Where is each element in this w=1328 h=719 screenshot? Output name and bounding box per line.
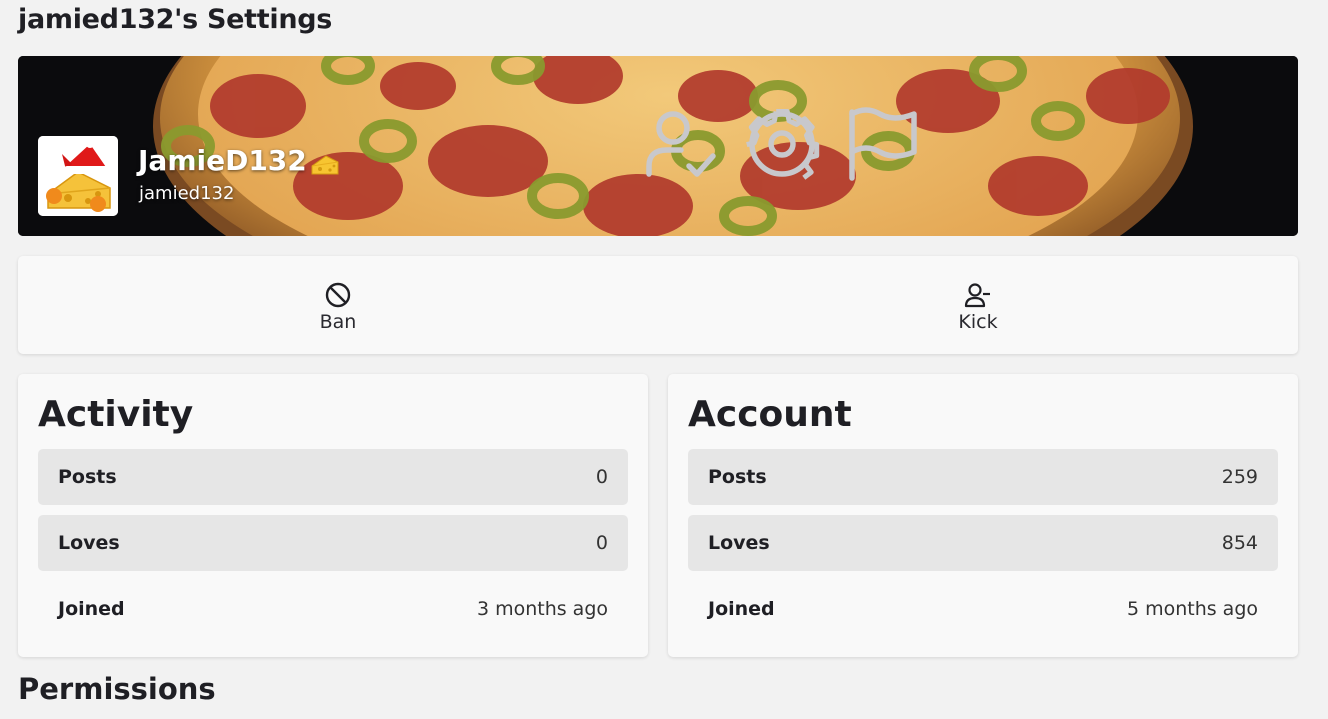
account-joined-row: Joined 5 months ago xyxy=(688,581,1278,637)
kick-button[interactable]: Kick xyxy=(658,256,1298,354)
cheese-icon xyxy=(311,155,339,175)
account-card: Account Posts 259 Loves 854 Joined 5 mon… xyxy=(668,374,1298,657)
activity-title: Activity xyxy=(38,394,194,435)
stat-label: Joined xyxy=(708,598,775,620)
activity-loves-row: Loves 0 xyxy=(38,515,628,571)
activity-posts-row: Posts 0 xyxy=(38,449,628,505)
ban-label: Ban xyxy=(319,311,357,333)
activity-joined-row: Joined 3 months ago xyxy=(38,581,628,637)
page-title: jamied132's Settings xyxy=(18,4,333,35)
cheese-avatar-icon xyxy=(38,136,118,216)
stat-label: Posts xyxy=(708,466,767,488)
account-posts-row: Posts 259 xyxy=(688,449,1278,505)
stat-value: 5 months ago xyxy=(1126,598,1258,620)
avatar[interactable] xyxy=(38,136,118,216)
stat-value: 259 xyxy=(1221,466,1258,488)
profile-display-name: JamieD132 xyxy=(138,144,307,177)
user-check-icon[interactable] xyxy=(643,106,719,182)
ban-icon xyxy=(325,282,351,308)
stat-value: 854 xyxy=(1221,532,1258,554)
user-minus-icon xyxy=(964,283,990,308)
account-title: Account xyxy=(688,394,852,435)
ban-button[interactable]: Ban xyxy=(18,256,658,354)
moderation-actions: Ban Kick xyxy=(18,256,1298,354)
stat-value: 3 months ago xyxy=(476,598,608,620)
activity-card: Activity Posts 0 Loves 0 Joined 3 months… xyxy=(18,374,648,657)
profile-username: jamied132 xyxy=(139,183,235,204)
gear-icon[interactable] xyxy=(744,106,820,182)
stat-label: Loves xyxy=(58,532,120,554)
stat-label: Loves xyxy=(708,532,770,554)
permissions-title: Permissions xyxy=(18,672,216,706)
stat-label: Posts xyxy=(58,466,117,488)
profile-banner: JamieD132 jamied132 xyxy=(18,56,1298,236)
stat-value: 0 xyxy=(595,532,608,554)
kick-label: Kick xyxy=(958,311,998,333)
flag-icon[interactable] xyxy=(844,106,920,182)
stat-label: Joined xyxy=(58,598,125,620)
stat-value: 0 xyxy=(595,466,608,488)
account-loves-row: Loves 854 xyxy=(688,515,1278,571)
